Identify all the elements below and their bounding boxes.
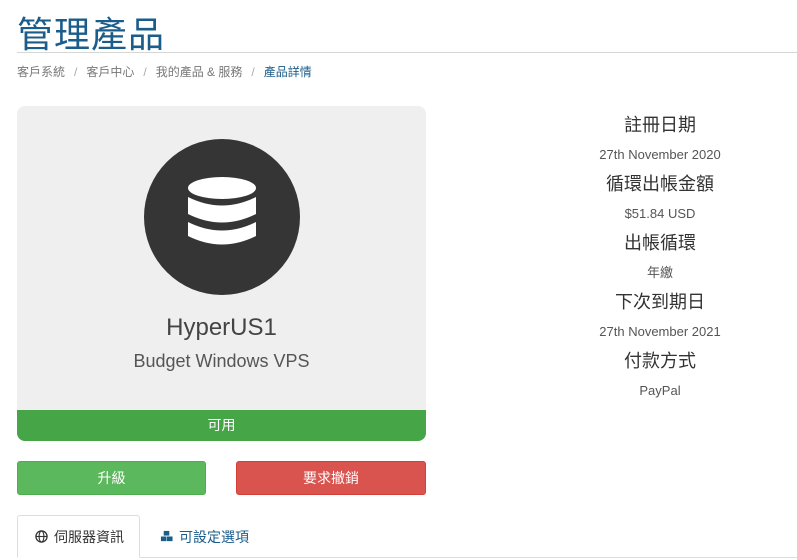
breadcrumb-item-current: 產品詳情: [263, 65, 312, 79]
recurring-amount-value: $51.84 USD: [624, 206, 696, 221]
database-icon: [188, 177, 256, 245]
tab-server-info-label: 伺服器資訊: [54, 528, 124, 545]
product-details: 註冊日期 27th November 2020 循環出帳金額 $51.84 US…: [560, 110, 760, 405]
breadcrumb-item-client-center[interactable]: 客戶中心: [86, 63, 134, 80]
tab-server-info[interactable]: 伺服器資訊: [17, 515, 140, 558]
registration-date-value: 27th November 2020: [599, 147, 721, 162]
breadcrumb-item-client-area[interactable]: 客戶系統: [17, 63, 65, 80]
next-due-date-value: 27th November 2021: [599, 324, 721, 339]
cubes-icon: [160, 530, 173, 542]
product-name: HyperUS1: [166, 314, 277, 341]
page-title: 管理產品: [17, 14, 166, 55]
breadcrumb-item-my-services[interactable]: 我的產品 & 服務: [156, 63, 243, 80]
payment-method-value: PayPal: [639, 383, 681, 398]
recurring-amount-label: 循環出帳金額: [606, 174, 714, 194]
upgrade-button[interactable]: 升級: [17, 461, 206, 495]
product-card: HyperUS1 Budget Windows VPS: [17, 106, 426, 411]
globe-icon: [35, 530, 48, 543]
next-due-date-label: 下次到期日: [615, 292, 705, 312]
tab-config-options-label: 可設定選項: [179, 528, 249, 545]
cancel-request-button[interactable]: 要求撤銷: [236, 461, 426, 495]
payment-method-label: 付款方式: [624, 351, 696, 371]
breadcrumb: 客戶系統 / 客戶中心 / 我的產品 & 服務 / 產品詳情: [17, 63, 312, 80]
detail-tabs: 伺服器資訊 可設定選項: [17, 515, 797, 560]
breadcrumb-separator: /: [143, 64, 147, 79]
billing-cycle-value: 年繳: [646, 265, 673, 280]
breadcrumb-separator: /: [251, 64, 255, 79]
billing-cycle-label: 出帳循環: [624, 233, 696, 253]
breadcrumb-separator: /: [74, 64, 78, 79]
title-divider: [17, 52, 797, 53]
product-group: Budget Windows VPS: [133, 351, 310, 371]
status-badge: 可用: [17, 410, 426, 441]
registration-date-label: 註冊日期: [624, 115, 696, 135]
tab-config-options[interactable]: 可設定選項: [160, 515, 249, 558]
product-icon-circle: [144, 139, 300, 295]
